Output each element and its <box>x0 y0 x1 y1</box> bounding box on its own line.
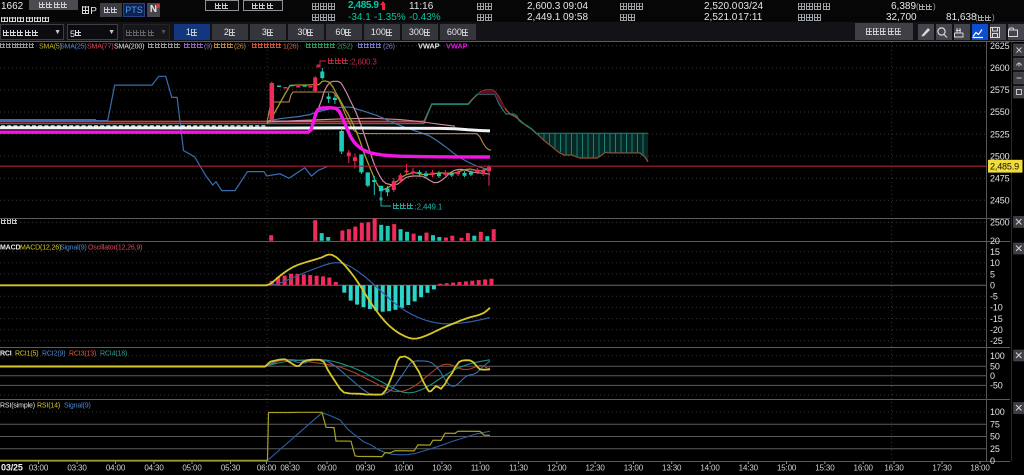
svg-text:05:30: 05:30 <box>221 464 241 473</box>
svg-text:-5: -5 <box>990 292 998 302</box>
svg-text:25: 25 <box>990 444 1000 454</box>
svg-text:03/25: 03/25 <box>1 463 23 473</box>
svg-text:09:00: 09:00 <box>317 464 337 473</box>
svg-text:1(26): 1(26) <box>283 44 299 51</box>
svg-text:15: 15 <box>990 247 1000 257</box>
svg-text:RSI(14): RSI(14) <box>37 403 60 410</box>
svg-text:10:30: 10:30 <box>432 464 452 473</box>
svg-text:(26): (26) <box>234 44 246 51</box>
svg-text:09:30: 09:30 <box>356 464 376 473</box>
svg-text:Signal(9): Signal(9) <box>64 403 91 410</box>
svg-text:16:00: 16:00 <box>854 464 874 473</box>
svg-text:50: 50 <box>990 432 1000 442</box>
svg-text:75: 75 <box>990 420 1000 430</box>
svg-text:(9): (9) <box>204 44 212 51</box>
svg-text:13:00: 13:00 <box>624 464 644 473</box>
svg-text:RCI4(18): RCI4(18) <box>100 351 127 358</box>
svg-text:-50: -50 <box>990 381 1003 391</box>
svg-text:VWAP: VWAP <box>446 42 468 51</box>
svg-text:2500: 2500 <box>990 218 1010 228</box>
svg-text:100: 100 <box>990 407 1005 417</box>
svg-text:10:00: 10:00 <box>394 464 414 473</box>
svg-text::2,449.1: :2,449.1 <box>415 203 443 212</box>
svg-text:Oscillator(12,26,9): Oscillator(12,26,9) <box>88 245 142 252</box>
svg-text:-25: -25 <box>990 336 1003 346</box>
svg-text:RCI2(9): RCI2(9) <box>42 351 65 358</box>
svg-text:RCI: RCI <box>0 351 12 358</box>
svg-text:16:30: 16:30 <box>884 464 904 473</box>
svg-text:03:00: 03:00 <box>29 464 49 473</box>
svg-text:2625: 2625 <box>990 41 1010 51</box>
svg-text:Signal(9): Signal(9) <box>60 245 87 252</box>
svg-text:0: 0 <box>990 456 995 466</box>
svg-text:RSI(simple): RSI(simple) <box>0 403 35 410</box>
svg-text:5: 5 <box>990 269 995 279</box>
svg-text:0: 0 <box>990 371 995 381</box>
svg-text:50: 50 <box>990 361 1000 371</box>
svg-text:17:30: 17:30 <box>932 464 952 473</box>
svg-text:MACD: MACD <box>0 245 20 252</box>
svg-text:SMA(5): SMA(5) <box>39 44 62 51</box>
svg-text:2525: 2525 <box>990 129 1010 139</box>
svg-text:18:00: 18:00 <box>970 464 990 473</box>
svg-text:100: 100 <box>990 351 1005 361</box>
svg-text:2475: 2475 <box>990 173 1010 183</box>
svg-text:06:00: 06:00 <box>257 464 277 473</box>
svg-text:2600: 2600 <box>990 63 1010 73</box>
svg-text:11:30: 11:30 <box>509 464 528 473</box>
svg-text:-15: -15 <box>990 314 1003 324</box>
svg-text:SMA(25): SMA(25) <box>60 44 87 51</box>
svg-text:2(52): 2(52) <box>337 44 353 51</box>
svg-text:14:00: 14:00 <box>700 464 720 473</box>
svg-text:15:00: 15:00 <box>777 464 797 473</box>
svg-text:2,485.9: 2,485.9 <box>990 162 1019 172</box>
svg-text:12:30: 12:30 <box>585 464 605 473</box>
svg-text:03:30: 03:30 <box>67 464 87 473</box>
svg-text:-20: -20 <box>990 325 1003 335</box>
svg-text:08:30: 08:30 <box>280 464 300 473</box>
svg-text:04:00: 04:00 <box>106 464 126 473</box>
svg-text:13:30: 13:30 <box>662 464 682 473</box>
svg-text:MACD(12,26): MACD(12,26) <box>20 245 61 252</box>
svg-text:2550: 2550 <box>990 107 1010 117</box>
svg-text:20: 20 <box>990 236 1000 246</box>
svg-text:14:30: 14:30 <box>739 464 759 473</box>
svg-text:11:00: 11:00 <box>471 464 490 473</box>
svg-text:RCI3(13): RCI3(13) <box>69 351 96 358</box>
svg-text:05:00: 05:00 <box>182 464 202 473</box>
svg-text:10: 10 <box>990 258 1000 268</box>
svg-text:-10: -10 <box>990 303 1003 313</box>
svg-text:15:30: 15:30 <box>815 464 835 473</box>
svg-text:SMA(77): SMA(77) <box>87 44 114 51</box>
svg-text:04:30: 04:30 <box>144 464 164 473</box>
svg-text::2,600.3: :2,600.3 <box>349 58 377 67</box>
svg-text:VWAP: VWAP <box>418 42 440 51</box>
svg-text:0: 0 <box>990 281 995 291</box>
svg-text:SMA(200): SMA(200) <box>114 44 144 51</box>
svg-text:(26): (26) <box>383 44 395 51</box>
svg-text:RCI1(5): RCI1(5) <box>15 351 38 358</box>
svg-text:2450: 2450 <box>990 195 1010 205</box>
svg-text:2575: 2575 <box>990 85 1010 95</box>
svg-text:12:00: 12:00 <box>547 464 567 473</box>
